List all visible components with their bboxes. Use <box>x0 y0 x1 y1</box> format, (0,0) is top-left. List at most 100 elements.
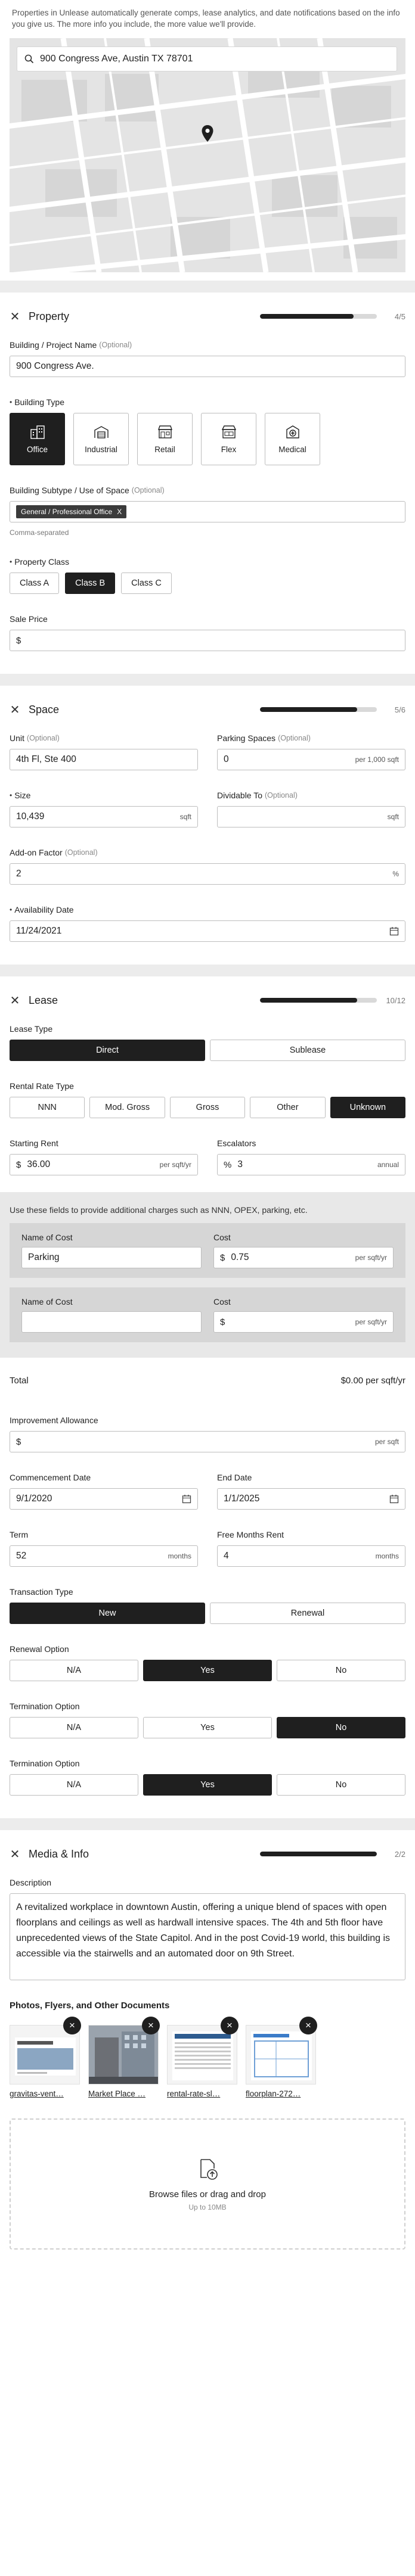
cost-name-input[interactable] <box>21 1311 202 1333</box>
starting-rent-input[interactable]: $36.00 per sqft/yr <box>10 1154 198 1175</box>
documents-list: × gravitas-vent… × Market Place … × rent… <box>10 2017 405 2098</box>
type-label: Industrial <box>85 444 117 454</box>
document-name[interactable]: gravitas-vent… <box>10 2089 80 2098</box>
input-value: 36.00 <box>27 1159 51 1169</box>
escalators-input[interactable]: % 3 annual <box>217 1154 405 1175</box>
rate-other-button[interactable]: Other <box>250 1097 326 1118</box>
field-label: Unit <box>10 733 24 743</box>
class-a-button[interactable]: Class A <box>10 573 60 594</box>
progress-bar <box>260 1852 377 1856</box>
progress-count: 10/12 <box>386 995 405 1005</box>
currency-prefix: $ <box>16 635 21 646</box>
class-c-button[interactable]: Class C <box>121 573 172 594</box>
collapse-icon[interactable]: ✕ <box>10 993 20 1008</box>
field-label: Commencement Date <box>10 1473 91 1482</box>
calendar-icon[interactable] <box>389 926 399 936</box>
type-industrial[interactable]: Industrial <box>73 413 129 465</box>
address-value: 900 Congress Ave, Austin TX 78701 <box>40 54 193 64</box>
type-medical[interactable]: Medical <box>265 413 320 465</box>
size-input[interactable]: 10,439 sqft <box>10 806 198 827</box>
cost-item: Name of Cost Cost $ per sqft/yr <box>10 1287 405 1342</box>
field-label: Property Class <box>14 557 70 567</box>
unit-suffix: months <box>375 1552 399 1560</box>
cost-name-input[interactable]: Parking <box>21 1247 202 1268</box>
rate-mod-gross-button[interactable]: Mod. Gross <box>89 1097 165 1118</box>
remove-document-icon[interactable]: × <box>221 2017 239 2034</box>
rate-gross-button[interactable]: Gross <box>169 1097 246 1118</box>
field-label: Transaction Type <box>10 1587 73 1597</box>
input-value: 4th Fl, Ste 400 <box>16 754 76 764</box>
direct-button[interactable]: Direct <box>10 1040 205 1061</box>
parking-spaces-input[interactable]: 0 per 1,000 sqft <box>217 749 405 770</box>
termination-no-button[interactable]: No <box>277 1717 405 1738</box>
description-textarea[interactable]: A revitalized workplace in downtown Aust… <box>10 1893 405 1980</box>
type-flex[interactable]: Flex <box>201 413 256 465</box>
subtype-chip[interactable]: General / Professional Office X <box>16 505 127 518</box>
end-date-input[interactable]: 1/1/2025 <box>217 1488 405 1510</box>
input-value: 52 <box>16 1551 27 1561</box>
renewal-na-button[interactable]: N/A <box>10 1660 138 1681</box>
document-item[interactable]: × gravitas-vent… <box>10 2017 81 2098</box>
chip-remove-icon[interactable]: X <box>117 508 122 516</box>
unit-suffix: per sqft/yr <box>355 1253 387 1262</box>
term-input[interactable]: 52 months <box>10 1545 198 1567</box>
cost-amount-input[interactable]: $0.75 per sqft/yr <box>213 1247 394 1268</box>
costs-note: Use these fields to provide additional c… <box>10 1205 308 1215</box>
type-retail[interactable]: Retail <box>137 413 193 465</box>
collapse-icon[interactable]: ✕ <box>10 702 20 717</box>
sale-price-input[interactable]: $ <box>10 630 405 651</box>
cost-amount-input[interactable]: $ per sqft/yr <box>213 1311 394 1333</box>
sublease-button[interactable]: Sublease <box>210 1040 405 1061</box>
intro-text: Properties in Unlease automatically gene… <box>12 8 400 29</box>
termination-yes-button[interactable]: Yes <box>143 1774 272 1796</box>
remove-document-icon[interactable]: × <box>299 2017 317 2034</box>
document-item[interactable]: × rental-rate-sl… <box>167 2017 239 2098</box>
office-building-icon <box>30 425 45 439</box>
termination-no-button[interactable]: No <box>277 1774 405 1796</box>
document-item[interactable]: × floorplan-272… <box>246 2017 317 2098</box>
optional-tag: (Optional) <box>64 848 98 857</box>
unit-input[interactable]: 4th Fl, Ste 400 <box>10 749 198 770</box>
class-b-button[interactable]: Class B <box>65 573 116 594</box>
termination-yes-button[interactable]: Yes <box>143 1717 272 1738</box>
document-name[interactable]: Market Place … <box>88 2089 159 2098</box>
input-value: 4 <box>224 1551 229 1561</box>
location-pin-icon <box>202 125 213 142</box>
remove-document-icon[interactable]: × <box>142 2017 160 2034</box>
new-button[interactable]: New <box>10 1603 205 1624</box>
renewal-yes-button[interactable]: Yes <box>143 1660 272 1681</box>
remove-document-icon[interactable]: × <box>63 2017 81 2034</box>
lease-section: ✕ Lease 10/12 Lease Type Direct Sublease… <box>0 976 415 1796</box>
termination-na-button[interactable]: N/A <box>10 1717 138 1738</box>
rate-nnn-button[interactable]: NNN <box>10 1097 85 1118</box>
add-on-factor-input[interactable]: 2% <box>10 863 405 885</box>
document-name[interactable]: floorplan-272… <box>246 2089 316 2098</box>
optional-tag: (Optional) <box>278 734 311 742</box>
renewal-button[interactable]: Renewal <box>210 1603 405 1624</box>
improvement-allowance-input[interactable]: $ per sqft <box>10 1431 405 1452</box>
dividable-to-input[interactable]: sqft <box>217 806 405 827</box>
map[interactable]: 900 Congress Ave, Austin TX 78701 <box>10 38 405 272</box>
rate-unknown-button[interactable]: Unknown <box>330 1097 406 1118</box>
collapse-icon[interactable]: ✕ <box>10 1847 20 1862</box>
document-name[interactable]: rental-rate-sl… <box>167 2089 237 2098</box>
calendar-icon[interactable] <box>389 1494 399 1504</box>
collapse-icon[interactable]: ✕ <box>10 309 20 324</box>
calendar-icon[interactable] <box>182 1494 191 1504</box>
type-office[interactable]: Office <box>10 413 65 465</box>
building-name-input[interactable]: 900 Congress Ave. <box>10 356 405 377</box>
additional-costs-panel: Use these fields to provide additional c… <box>0 1192 415 1358</box>
field-label: Lease Type <box>10 1024 53 1034</box>
availability-date-input[interactable]: 11/24/2021 <box>10 920 405 942</box>
file-dropzone[interactable]: Browse files or drag and drop Up to 10MB <box>10 2118 405 2250</box>
termination-na-button[interactable]: N/A <box>10 1774 138 1796</box>
dropzone-hint: Up to 10MB <box>188 2202 227 2211</box>
commencement-date-input[interactable]: 9/1/2020 <box>10 1488 198 1510</box>
address-search-input[interactable]: 900 Congress Ave, Austin TX 78701 <box>17 46 397 71</box>
type-label: Office <box>26 444 48 454</box>
document-item[interactable]: × Market Place … <box>88 2017 160 2098</box>
input-value: 0 <box>224 754 229 764</box>
renewal-no-button[interactable]: No <box>277 1660 405 1681</box>
free-months-input[interactable]: 4 months <box>217 1545 405 1567</box>
building-subtype-input[interactable]: General / Professional Office X <box>10 501 405 522</box>
